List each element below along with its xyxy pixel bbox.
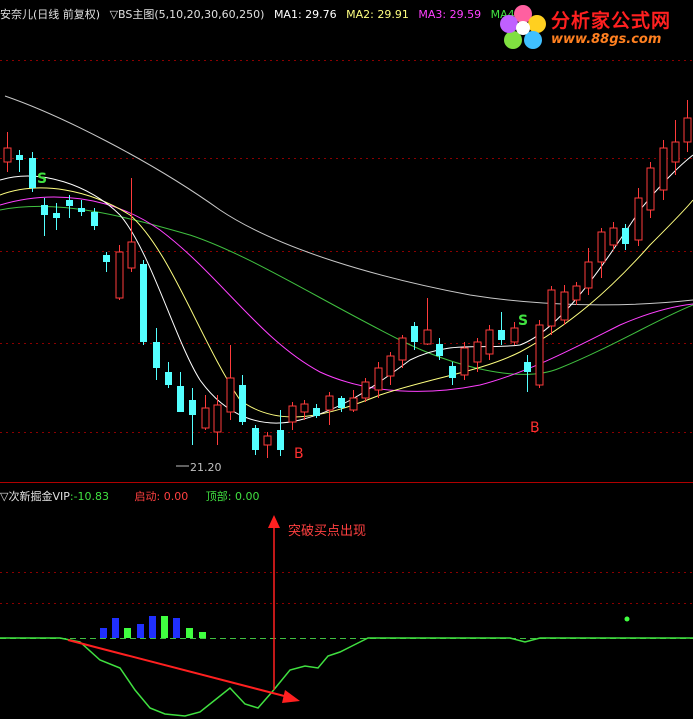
candle-body — [646, 167, 655, 211]
candle-body — [498, 330, 505, 340]
candle-body — [423, 329, 432, 345]
candlesticks — [3, 100, 692, 458]
candle-body — [41, 205, 48, 215]
breakout-annotation: 突破买点出现 — [67, 515, 366, 703]
arrow-up-icon — [268, 515, 280, 528]
ma4-line — [0, 205, 693, 375]
candle-body — [16, 155, 23, 160]
candle-body — [510, 327, 519, 343]
candle-body — [386, 355, 395, 377]
candle-body — [239, 385, 246, 422]
candle-body — [535, 324, 544, 386]
candle-body — [153, 342, 160, 368]
candle-body — [103, 255, 110, 262]
signal-bar — [100, 628, 107, 638]
candle-body — [53, 213, 60, 218]
candle-body — [263, 435, 272, 446]
candle-body — [597, 231, 606, 263]
signal-bar — [112, 618, 119, 638]
low-price-marker: 21.20 — [176, 461, 222, 474]
candle-body — [78, 208, 85, 212]
candle-body — [609, 227, 618, 246]
ma1-line — [0, 154, 693, 424]
candle-body — [460, 347, 469, 376]
breakout-label: 突破买点出现 — [288, 523, 366, 539]
ma3-line — [0, 196, 693, 392]
candle-body — [560, 291, 569, 321]
candle-body — [584, 261, 593, 289]
signal-bar — [199, 632, 206, 638]
candle-body — [127, 241, 136, 269]
candle-body — [300, 403, 309, 413]
candle-body — [485, 329, 494, 355]
candle-body — [66, 200, 73, 206]
candle-body — [226, 377, 235, 413]
candle-body — [411, 326, 418, 342]
kline-chart[interactable]: 21.20 B B S S 突破买点出现 — [0, 0, 693, 719]
candle-body — [449, 366, 456, 378]
low-price-label: 21.20 — [190, 461, 222, 474]
buy-signal-1: B — [294, 446, 304, 462]
candle-body — [622, 228, 629, 244]
arrow-right-icon — [282, 690, 300, 703]
candle-body — [325, 395, 334, 411]
signal-bar — [161, 616, 168, 638]
candle-body — [473, 341, 482, 363]
signal-bars — [100, 616, 206, 638]
candle-body — [177, 386, 184, 412]
candle-body — [361, 381, 370, 399]
grid-lines — [0, 60, 693, 604]
signal-bar — [186, 628, 193, 638]
candle-body — [277, 430, 284, 450]
sell-signal-2: S — [518, 313, 528, 329]
sell-signal-1: S — [37, 171, 47, 187]
candle-body — [349, 397, 358, 411]
candle-body — [29, 158, 36, 188]
candle-body — [398, 337, 407, 361]
candle-body — [634, 197, 643, 241]
candle-body — [338, 398, 345, 408]
signal-bar — [149, 616, 156, 638]
signal-dot — [624, 616, 630, 622]
candle-body — [288, 405, 297, 423]
candle-body — [671, 141, 680, 163]
candle-body — [572, 285, 581, 301]
candle-body — [3, 147, 12, 163]
candle-body — [524, 362, 531, 372]
candle-body — [313, 408, 320, 416]
candle-body — [683, 117, 692, 143]
candle-body — [189, 400, 196, 415]
candle-body — [547, 289, 556, 327]
candle-body — [140, 264, 147, 342]
candle-body — [91, 212, 98, 226]
candle-body — [252, 428, 259, 450]
buy-signal-2: B — [530, 420, 540, 436]
candle-body — [436, 344, 443, 356]
signal-bar — [137, 624, 144, 638]
candle-body — [115, 251, 124, 299]
candle-body — [374, 367, 383, 391]
candle-body — [201, 407, 210, 429]
candle-body — [165, 372, 172, 385]
signal-bar — [124, 628, 131, 638]
ma2-line — [0, 187, 693, 418]
candle-body — [213, 404, 222, 433]
signal-bar — [173, 618, 180, 638]
candle-body — [659, 147, 668, 191]
